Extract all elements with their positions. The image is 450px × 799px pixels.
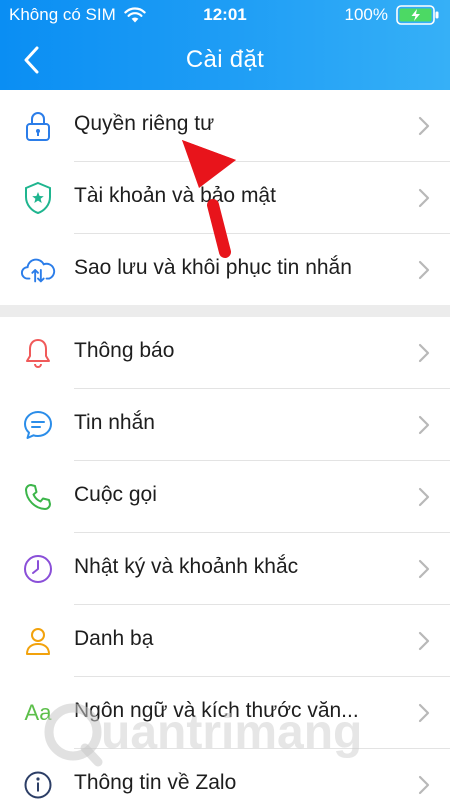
chevron-right-icon [418,487,430,507]
settings-item-label: Ngôn ngữ và kích thước văn... [74,699,359,722]
settings-item-notifications[interactable]: Thông báo [0,317,450,389]
settings-item-messages[interactable]: Tin nhắn [0,389,450,461]
person-icon [20,623,56,659]
settings-item-calls[interactable]: Cuộc gọi [0,461,450,533]
chevron-right-icon [418,703,430,723]
chevron-right-icon [418,116,430,136]
settings-item-label: Quyền riêng tư [74,112,215,135]
bell-icon [20,335,56,371]
settings-item-language-text-size[interactable]: Aa Ngôn ngữ và kích thước văn... [0,677,450,749]
battery-status: 100% [345,5,440,25]
lock-icon [20,108,56,144]
text-size-icon: Aa [20,695,56,731]
chevron-right-icon [418,343,430,363]
page-title: Cài đặt [185,46,265,73]
nav-bar: Cài đặt [0,30,450,90]
settings-item-label: Thông báo [74,339,175,362]
settings-item-label: Nhật ký và khoảnh khắc [74,555,299,578]
chevron-right-icon [418,260,430,280]
settings-item-label: Cuộc gọi [74,483,157,506]
settings-group-account: Quyền riêng tư Tài khoản và bảo mật Sao … [0,90,450,305]
settings-item-label: Danh bạ [74,627,154,650]
settings-item-privacy[interactable]: Quyền riêng tư [0,90,450,162]
battery-percent: 100% [344,5,388,24]
settings-group-general: Thông báo Tin nhắn Cuộc gọi Nhật ký và k… [0,317,450,799]
settings-item-backup-restore[interactable]: Sao lưu và khôi phục tin nhắn [0,234,450,306]
settings-item-label: Thông tin về Zalo [74,771,237,794]
shield-icon [20,180,56,216]
chevron-right-icon [418,415,430,435]
battery-charging-icon [396,5,440,25]
phone-icon [20,479,56,515]
chevron-right-icon [418,188,430,208]
chevron-right-icon [418,559,430,579]
text-size-icon-glyph: Aa [24,700,52,725]
settings-item-account-security[interactable]: Tài khoản và bảo mật [0,162,450,234]
cloud-sync-icon [20,252,56,288]
settings-item-timeline-moments[interactable]: Nhật ký và khoảnh khắc [0,533,450,605]
chat-bubble-icon [20,407,56,443]
settings-item-label: Sao lưu và khôi phục tin nhắn [74,256,352,279]
settings-item-about-zalo[interactable]: Thông tin về Zalo [0,749,450,799]
chevron-right-icon [418,631,430,651]
settings-item-contacts[interactable]: Danh bạ [0,605,450,677]
info-icon [20,767,56,799]
settings-item-label: Tin nhắn [74,411,155,434]
settings-item-label: Tài khoản và bảo mật [74,184,276,207]
clock-icon [20,551,56,587]
status-bar: Không có SIM 12:01 100% [0,0,450,30]
app-header: Không có SIM 12:01 100% Cài đặt [0,0,450,90]
chevron-right-icon [418,775,430,795]
